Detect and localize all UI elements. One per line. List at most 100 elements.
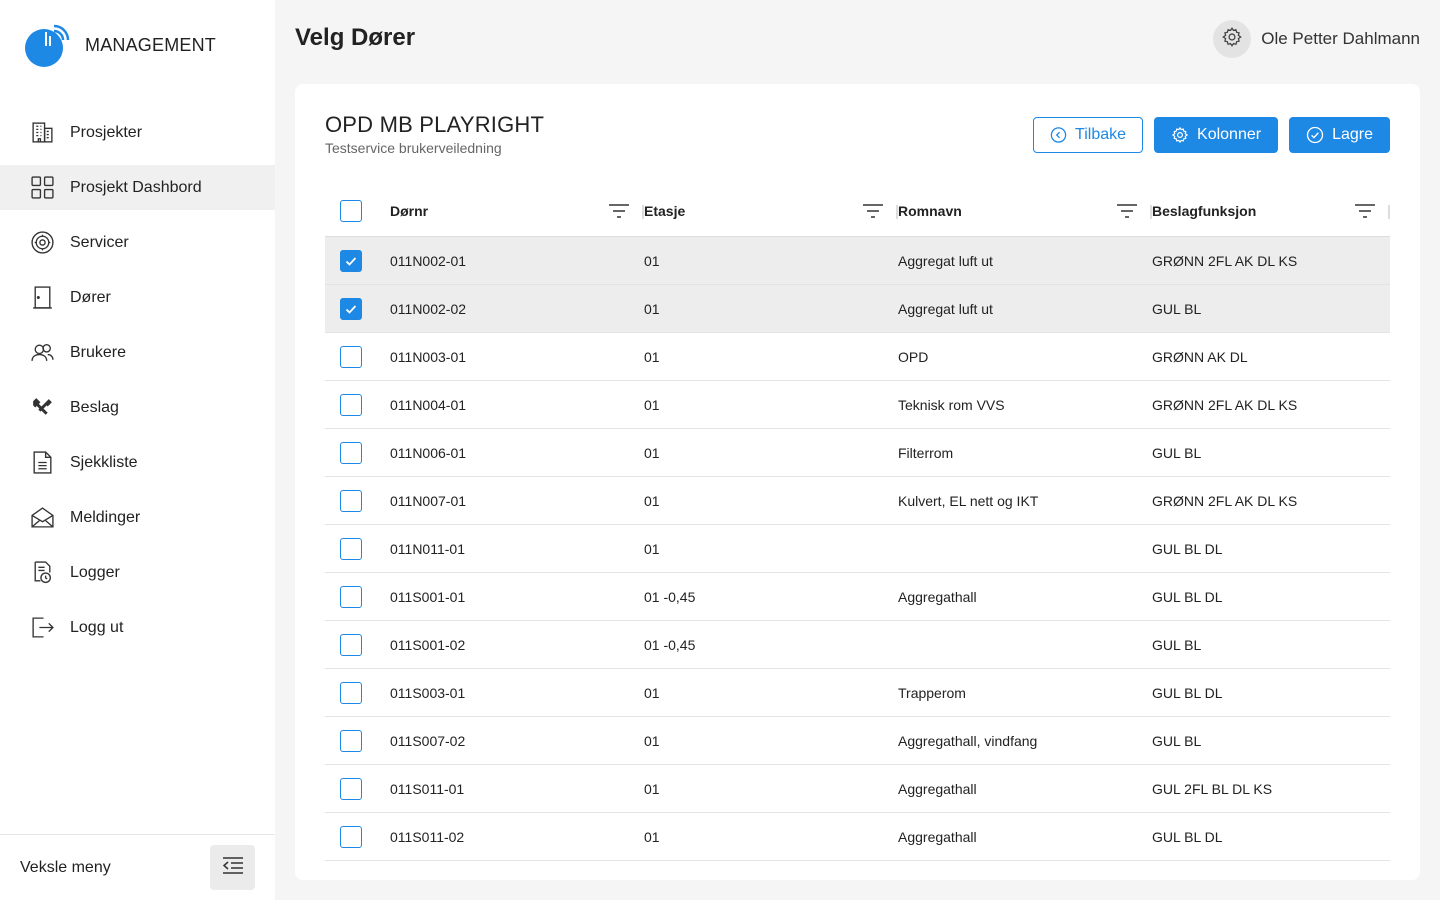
logout-icon <box>30 615 55 640</box>
menu-collapse-icon <box>222 856 244 879</box>
door-icon <box>30 285 55 310</box>
sidebar-item-meldinger[interactable]: Meldinger <box>0 495 275 540</box>
cell-etasje: 01 <box>644 684 660 701</box>
cell-beslagfunksjon: GUL BL <box>1152 300 1202 317</box>
toggle-menu-label: Veksle meny <box>20 858 111 876</box>
settings-button[interactable] <box>1213 20 1252 58</box>
cell-etasje: 01 <box>644 348 660 365</box>
sidebar-item-beslag[interactable]: Beslag <box>0 385 275 430</box>
cell-romnavn: Kulvert, EL nett og IKT <box>898 492 1039 509</box>
sidebar-item-logger[interactable]: Logger <box>0 550 275 595</box>
sidebar-item-prosjekt-dashbord[interactable]: Prosjekt Dashbord <box>0 165 275 210</box>
checkmark-icon <box>345 304 357 314</box>
doors-table: Dørnr Etasje Romnavn Beslagfunksjon 011N… <box>325 185 1390 861</box>
table-row[interactable]: 011N011-01 01 GUL BL DL <box>325 525 1390 573</box>
table-row[interactable]: 011S011-01 01 Aggregathall GUL 2FL BL DL KS <box>325 765 1390 813</box>
table-row[interactable]: 011N006-01 01 Filterrom GUL BL <box>325 429 1390 477</box>
sidebar-item-sjekkliste[interactable]: Sjekkliste <box>0 440 275 485</box>
sidebar-item-label: Meldinger <box>70 508 141 526</box>
row-checkbox[interactable] <box>340 633 362 656</box>
sidebar-item-dorer[interactable]: Dører <box>0 275 275 320</box>
row-checkbox[interactable] <box>340 585 362 608</box>
document-icon <box>30 450 55 475</box>
cell-beslagfunksjon: GRØNN 2FL AK DL KS <box>1152 396 1298 413</box>
row-checkbox[interactable] <box>340 297 362 320</box>
row-checkbox[interactable] <box>340 825 362 848</box>
table-row[interactable]: 011S011-02 01 Aggregathall GUL BL DL <box>325 813 1390 861</box>
sidebar-item-label: Servicer <box>70 233 129 251</box>
row-checkbox[interactable] <box>340 345 362 368</box>
sidebar-item-logg-ut[interactable]: Logg ut <box>0 605 275 650</box>
cell-romnavn: Aggregathall <box>898 588 977 605</box>
filter-icon[interactable] <box>862 203 884 219</box>
table-row[interactable]: 011N002-02 01 Aggregat luft ut GUL BL <box>325 285 1390 333</box>
cell-beslagfunksjon: GUL BL DL <box>1152 684 1223 701</box>
sidebar-item-label: Prosjekter <box>70 123 143 141</box>
table-row[interactable]: 011N004-01 01 Teknisk rom VVS GRØNN 2FL AK … <box>325 381 1390 429</box>
gear-icon <box>1221 26 1243 53</box>
cell-dornr: 011N006-01 <box>390 444 467 461</box>
sidebar-item-label: Logg ut <box>70 618 124 636</box>
cell-beslagfunksjon: GUL 2FL BL DL KS <box>1152 780 1273 797</box>
table-row[interactable]: 011S001-01 01 -0,45 Aggregathall GUL BL DL <box>325 573 1390 621</box>
filter-icon[interactable] <box>1354 203 1376 219</box>
filter-icon[interactable] <box>1116 203 1138 219</box>
cell-dornr: 011N003-01 <box>390 348 467 365</box>
row-checkbox[interactable] <box>340 441 362 464</box>
row-checkbox[interactable] <box>340 393 362 416</box>
cell-romnavn: Filterrom <box>898 444 954 461</box>
select-all-checkbox[interactable] <box>340 199 362 222</box>
save-button[interactable]: Lagre <box>1289 117 1390 153</box>
toggle-menu-button[interactable] <box>210 845 255 890</box>
sidebar: MANAGEMENT Prosjekter Prosjekt Dashbord … <box>0 0 275 900</box>
cell-dornr: 011S001-02 <box>390 636 466 653</box>
user-menu[interactable]: Ole Petter Dahlmann <box>1213 20 1420 58</box>
row-checkbox[interactable] <box>340 249 362 272</box>
column-header-romnavn: Romnavn <box>898 203 1152 219</box>
sidebar-footer: Veksle meny <box>0 834 275 900</box>
cell-dornr: 011N011-01 <box>390 540 465 557</box>
column-header-label: Etasje <box>644 202 686 219</box>
cell-romnavn: Aggregathall <box>898 828 977 845</box>
chevron-left-circle-icon <box>1050 127 1067 143</box>
table-row[interactable]: 011S007-02 01 Aggregathall, vindfang GUL BL <box>325 717 1390 765</box>
cell-romnavn: Aggregathall <box>898 780 977 797</box>
table-row[interactable]: 011S001-02 01 -0,45 GUL BL <box>325 621 1390 669</box>
cell-romnavn: Aggregat luft ut <box>898 300 993 317</box>
sidebar-item-label: Dører <box>70 288 111 306</box>
cell-dornr: 011S007-02 <box>390 732 466 749</box>
sidebar-item-label: Beslag <box>70 398 119 416</box>
back-button[interactable]: Tilbake <box>1033 117 1144 153</box>
sidebar-item-brukere[interactable]: Brukere <box>0 330 275 375</box>
table-header: Dørnr Etasje Romnavn Beslagfunksjon <box>325 185 1390 237</box>
filter-icon[interactable] <box>608 203 630 219</box>
table-row[interactable]: 011N007-01 01 Kulvert, EL nett og IKT GRØNN… <box>325 477 1390 525</box>
column-header-label: Romnavn <box>898 202 962 219</box>
columns-button[interactable]: Kolonner <box>1154 117 1279 153</box>
page-title: Velg Dører <box>295 24 416 51</box>
service-gear-icon <box>30 230 55 255</box>
gear-icon <box>1171 126 1189 144</box>
row-checkbox[interactable] <box>340 537 362 560</box>
table-row[interactable]: 011N002-01 01 Aggregat luft ut GRØNN 2FL AK… <box>325 237 1390 285</box>
cell-beslagfunksjon: GUL BL <box>1152 444 1202 461</box>
logo[interactable]: MANAGEMENT <box>24 22 216 68</box>
row-checkbox[interactable] <box>340 681 362 704</box>
table-row[interactable]: 011N003-01 01 OPD GRØNN AK DL <box>325 333 1390 381</box>
column-header-dornr: Dørnr <box>390 203 644 219</box>
cell-dornr: 011S011-01 <box>390 780 465 797</box>
envelope-icon <box>30 505 55 530</box>
cell-etasje: 01 <box>644 780 660 797</box>
cell-etasje: 01 <box>644 300 660 317</box>
row-checkbox[interactable] <box>340 489 362 512</box>
row-checkbox[interactable] <box>340 777 362 800</box>
table-row[interactable]: 011S003-01 01 Trapperom GUL BL DL <box>325 669 1390 717</box>
cell-dornr: 011N004-01 <box>390 396 467 413</box>
cell-etasje: 01 -0,45 <box>644 588 696 605</box>
sidebar-item-servicer[interactable]: Servicer <box>0 220 275 265</box>
save-button-label: Lagre <box>1332 126 1373 143</box>
sidebar-item-prosjekter[interactable]: Prosjekter <box>0 110 275 155</box>
row-checkbox[interactable] <box>340 729 362 752</box>
cell-dornr: 011N002-02 <box>390 300 467 317</box>
cell-dornr: 011S001-01 <box>390 588 466 605</box>
